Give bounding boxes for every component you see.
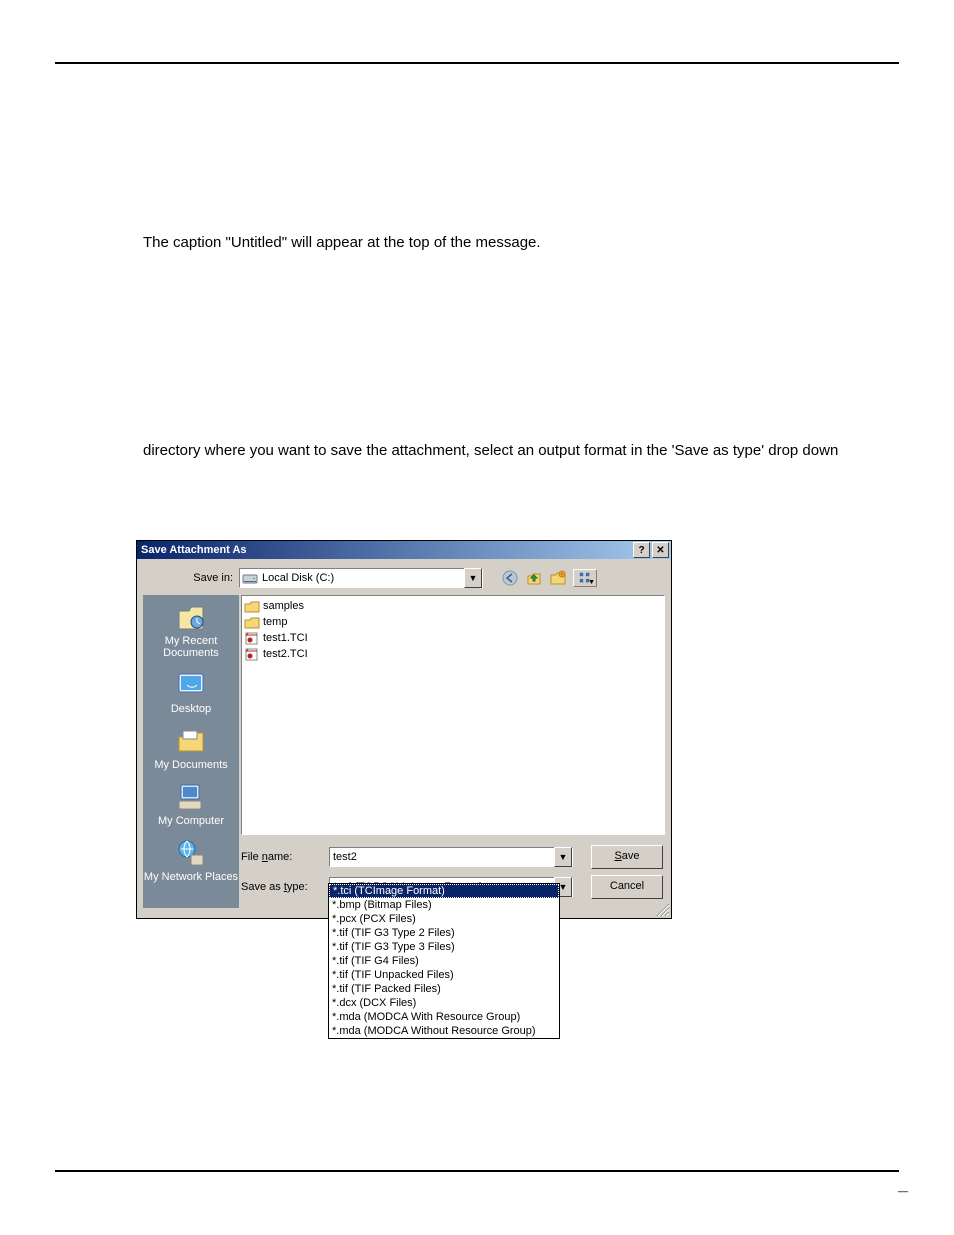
place-label: Desktop bbox=[171, 703, 211, 715]
place-label: My Documents bbox=[154, 759, 227, 771]
folder-icon bbox=[244, 600, 260, 613]
save-button[interactable]: Save bbox=[591, 845, 663, 869]
dialog-titlebar: Save Attachment As ? ✕ bbox=[137, 541, 671, 559]
place-my-documents[interactable]: My Documents bbox=[143, 719, 239, 775]
new-folder-icon[interactable] bbox=[549, 569, 567, 587]
file-name-label: File name: bbox=[241, 851, 292, 863]
resize-grip-icon[interactable] bbox=[656, 903, 670, 917]
file-name-dropdown-button[interactable]: ▼ bbox=[554, 847, 572, 867]
dropdown-option[interactable]: *.mda (MODCA With Resource Group) bbox=[329, 1010, 559, 1024]
header-rule bbox=[55, 62, 899, 64]
folder-icon bbox=[244, 616, 260, 629]
file-name-input[interactable]: ▼ bbox=[329, 847, 573, 867]
dialog-title: Save Attachment As bbox=[141, 544, 247, 556]
place-desktop[interactable]: Desktop bbox=[143, 663, 239, 719]
close-button[interactable]: ✕ bbox=[652, 542, 669, 558]
list-item[interactable]: temp bbox=[244, 614, 662, 630]
tci-file-icon bbox=[244, 632, 260, 645]
cancel-button[interactable]: Cancel bbox=[591, 875, 663, 899]
up-one-level-icon[interactable] bbox=[525, 569, 543, 587]
save-in-label: Save in: bbox=[193, 572, 233, 584]
place-my-network-places[interactable]: My Network Places bbox=[143, 831, 239, 887]
paragraph-2: directory where you want to save the att… bbox=[143, 440, 894, 462]
footer-rule bbox=[55, 1170, 899, 1172]
page-corner-mark: _ bbox=[898, 1174, 908, 1195]
file-list[interactable]: samples temp test1.TCI test2.TCI bbox=[241, 595, 665, 835]
dropdown-option[interactable]: *.tif (TIF G4 Files) bbox=[329, 954, 559, 968]
places-bar: My Recent Documents Desktop My Documents… bbox=[143, 595, 239, 908]
dropdown-option[interactable]: *.pcx (PCX Files) bbox=[329, 912, 559, 926]
place-my-computer[interactable]: My Computer bbox=[143, 775, 239, 831]
dropdown-option[interactable]: *.tif (TIF G3 Type 2 Files) bbox=[329, 926, 559, 940]
dropdown-option[interactable]: *.tif (TIF Packed Files) bbox=[329, 982, 559, 996]
tci-file-icon bbox=[244, 648, 260, 661]
dropdown-option[interactable]: *.tci (TCImage Format) bbox=[329, 884, 559, 898]
place-label: My Network Places bbox=[144, 871, 238, 883]
list-item[interactable]: test2.TCI bbox=[244, 646, 662, 662]
place-label: My Computer bbox=[158, 815, 224, 827]
views-icon[interactable]: ▼ bbox=[573, 569, 597, 587]
list-item[interactable]: samples bbox=[244, 598, 662, 614]
help-button[interactable]: ? bbox=[633, 542, 650, 558]
paragraph-1: The caption "Untitled" will appear at th… bbox=[143, 232, 894, 254]
save-as-type-dropdown-list[interactable]: *.tci (TCImage Format) *.bmp (Bitmap Fil… bbox=[328, 883, 560, 1039]
place-label: My Recent Documents bbox=[143, 635, 239, 659]
disk-icon bbox=[242, 572, 258, 585]
place-recent-documents[interactable]: My Recent Documents bbox=[143, 595, 239, 663]
save-as-type-label: Save as type: bbox=[241, 881, 308, 893]
dropdown-option[interactable]: *.mda (MODCA Without Resource Group) bbox=[329, 1024, 559, 1038]
dropdown-option[interactable]: *.tif (TIF G3 Type 3 Files) bbox=[329, 940, 559, 954]
dropdown-option[interactable]: *.bmp (Bitmap Files) bbox=[329, 898, 559, 912]
screenshot-save-attachment-dialog: Save Attachment As ? ✕ Save in: Local Di… bbox=[136, 540, 672, 919]
back-icon[interactable] bbox=[501, 569, 519, 587]
save-in-value: Local Disk (C:) bbox=[262, 572, 334, 584]
dropdown-option[interactable]: *.dcx (DCX Files) bbox=[329, 996, 559, 1010]
save-in-combo[interactable]: Local Disk (C:) ▼ bbox=[239, 568, 483, 588]
list-item[interactable]: test1.TCI bbox=[244, 630, 662, 646]
dropdown-option[interactable]: *.tif (TIF Unpacked Files) bbox=[329, 968, 559, 982]
save-in-dropdown-button[interactable]: ▼ bbox=[464, 568, 482, 588]
